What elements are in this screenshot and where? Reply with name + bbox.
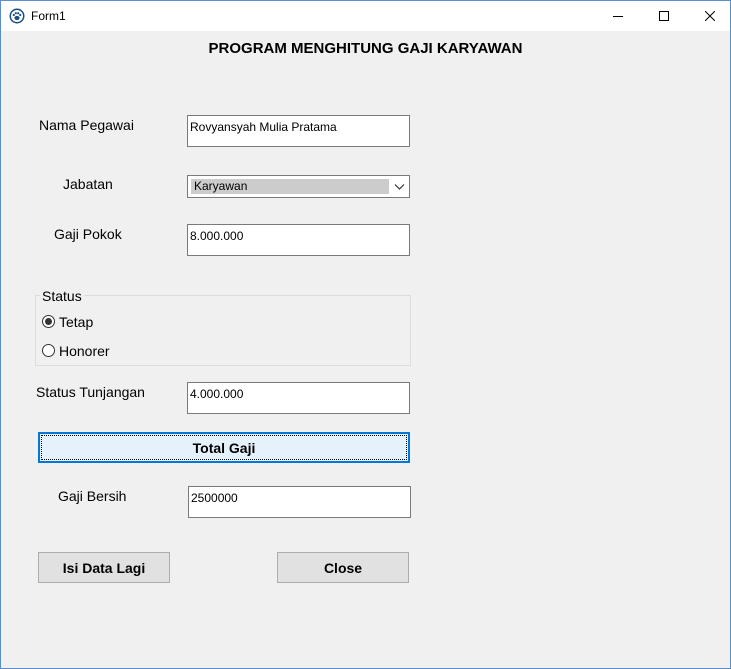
- maximize-icon: [659, 11, 669, 21]
- app-icon: [9, 8, 25, 24]
- gaji-bersih-label: Gaji Bersih: [58, 488, 127, 504]
- radio-tetap[interactable]: [42, 315, 55, 328]
- close-button[interactable]: Close: [277, 552, 409, 583]
- minimize-icon: [613, 16, 623, 17]
- chevron-down-icon[interactable]: [394, 181, 405, 192]
- nama-label: Nama Pegawai: [39, 117, 134, 133]
- nama-input[interactable]: Rovyansyah Mulia Pratama: [187, 115, 410, 147]
- radio-tetap-label[interactable]: Tetap: [59, 314, 93, 330]
- gaji-pokok-input[interactable]: 8.000.000: [187, 224, 410, 256]
- isi-data-lagi-button[interactable]: Isi Data Lagi: [38, 552, 170, 583]
- form-window: Form1 PROGRAM MENGHITUNG GAJI KARYAWAN N…: [0, 0, 731, 669]
- focus-rectangle: [41, 435, 407, 460]
- gaji-pokok-label: Gaji Pokok: [54, 226, 122, 242]
- close-icon: [705, 11, 715, 21]
- tunjangan-label: Status Tunjangan: [36, 384, 145, 400]
- gaji-bersih-input[interactable]: 2500000: [188, 486, 411, 518]
- status-group-label: Status: [40, 288, 84, 304]
- total-gaji-button[interactable]: Total Gaji: [38, 432, 410, 463]
- tunjangan-input[interactable]: 4.000.000: [187, 382, 410, 414]
- close-window-button[interactable]: [687, 1, 731, 31]
- page-title: PROGRAM MENGHITUNG GAJI KARYAWAN: [208, 40, 523, 57]
- radio-checked-dot: [45, 318, 52, 325]
- window-title: Form1: [31, 9, 66, 23]
- jabatan-selected-value: Karyawan: [191, 179, 389, 194]
- title-bar[interactable]: Form1: [1, 1, 730, 31]
- radio-honorer[interactable]: [42, 344, 55, 357]
- radio-honorer-label[interactable]: Honorer: [59, 343, 110, 359]
- jabatan-label: Jabatan: [63, 176, 113, 192]
- minimize-button[interactable]: [595, 1, 641, 31]
- maximize-button[interactable]: [641, 1, 687, 31]
- jabatan-combobox[interactable]: Karyawan: [187, 175, 410, 198]
